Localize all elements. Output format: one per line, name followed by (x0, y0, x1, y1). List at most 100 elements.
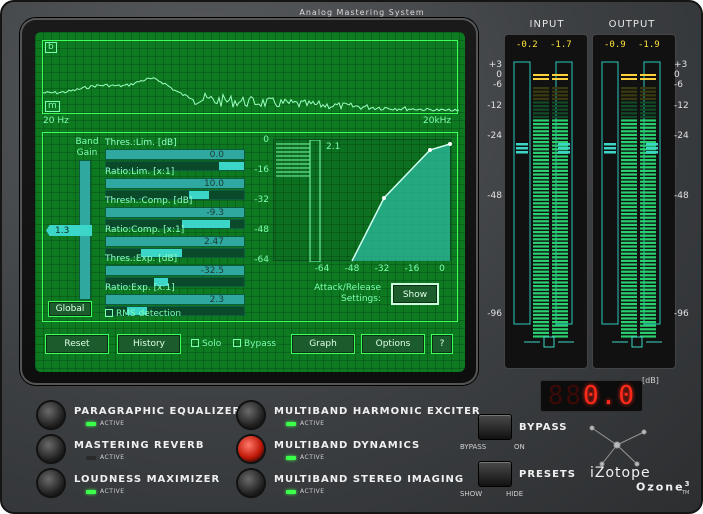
param-slider[interactable]: -9.3 (105, 207, 245, 218)
module-name[interactable]: MASTERING REVERB (74, 440, 204, 451)
meter-segment (640, 321, 656, 324)
product-name: Ozone (636, 480, 685, 494)
meter-segment (552, 331, 568, 334)
meter-scale-right: -96 (674, 309, 689, 319)
param-range-knob[interactable] (181, 220, 231, 228)
dynamics-graph[interactable]: 2.1 (273, 139, 452, 262)
transfer-node[interactable] (382, 196, 386, 200)
graph-y-tick: -16 (254, 165, 269, 175)
module-status-text: ACTIVE (100, 488, 125, 495)
meter-segment (621, 317, 637, 320)
meter-segment (533, 159, 549, 162)
meter-segment (621, 97, 637, 100)
module-knob[interactable] (38, 402, 64, 428)
gain-readout: 880.0 (540, 380, 643, 412)
module-knob[interactable] (38, 470, 64, 496)
meter-segment (552, 256, 568, 259)
graph-x-tick: -64 (314, 264, 330, 274)
meter-segment (640, 295, 656, 298)
module-knob[interactable] (238, 402, 264, 428)
meter-segment (533, 191, 549, 194)
module-name[interactable]: MULTIBAND STEREO IMAGING (274, 474, 464, 485)
module-knob[interactable] (38, 436, 64, 462)
meter-segment (533, 303, 549, 306)
param-slider[interactable]: 2.3 (105, 294, 245, 305)
module-knob[interactable] (238, 436, 264, 462)
meter-segment (533, 220, 549, 223)
meter-segment (552, 141, 568, 144)
meter-link-icon[interactable] (543, 336, 555, 348)
meter-segment (621, 173, 637, 176)
meter-segment (533, 148, 549, 151)
param-value: 0.0 (209, 150, 224, 160)
meter-segment (621, 187, 637, 190)
meter-segment (533, 166, 549, 169)
meter-segment (552, 238, 568, 241)
meter-segment (621, 184, 637, 187)
param-range-knob[interactable] (219, 162, 244, 170)
meter-segment (640, 112, 656, 115)
transfer-node[interactable] (448, 142, 452, 146)
bypass-checkbox[interactable]: Bypass (233, 339, 276, 349)
meter-segment (533, 306, 549, 309)
meter-segment (621, 126, 637, 129)
param-label: Thresh.:Comp. [dB] (105, 196, 193, 206)
meter-segment (640, 299, 656, 302)
ozone-plugin-window: Analog Mastering System b m 20 Hz 20kHz … (0, 0, 703, 514)
attack-release-show-button[interactable]: Show (391, 283, 439, 305)
meter-segment (552, 263, 568, 266)
meter-segment (640, 227, 656, 230)
module-name[interactable]: MULTIBAND HARMONIC EXCITER (274, 406, 481, 417)
transfer-node[interactable] (428, 148, 432, 152)
reset-button[interactable]: Reset (45, 334, 109, 354)
param-slider[interactable]: 0.0 (105, 149, 245, 160)
meter-segment (533, 227, 549, 230)
meter-segment (621, 166, 637, 169)
meter-segment (533, 177, 549, 180)
eq-spectrum[interactable]: b m (42, 40, 459, 114)
brand-tm: TM (682, 490, 690, 496)
module-name[interactable]: PARAGRAPHIC EQUALIZER (74, 406, 241, 417)
meter-segment (552, 184, 568, 187)
meter-segment (640, 288, 656, 291)
meter-segment (552, 241, 568, 244)
meter-scale-right: 0 (674, 70, 680, 80)
meter-link-icon[interactable] (631, 336, 643, 348)
history-button[interactable]: History (117, 334, 181, 354)
freq-low-label: 20 Hz (43, 116, 69, 126)
meter-rms-marker (604, 143, 616, 146)
meter-segment (640, 223, 656, 226)
meter-segment (621, 177, 637, 180)
meter-segment (552, 216, 568, 219)
bypass-title: BYPASS (519, 422, 568, 433)
meter-segment (533, 267, 549, 270)
param-slider[interactable]: -32.5 (105, 265, 245, 276)
meter-segment (552, 285, 568, 288)
param-slider[interactable]: 2.47 (105, 236, 245, 247)
module-name[interactable]: LOUDNESS MAXIMIZER (74, 474, 220, 485)
meter-scale-left: +3 (488, 60, 502, 70)
meter-segment (533, 259, 549, 262)
meter-segment (621, 321, 637, 324)
meter-segment (552, 259, 568, 262)
meter-segment (621, 108, 637, 111)
global-button[interactable]: Global (48, 301, 92, 317)
meter-segment (621, 277, 637, 280)
level-meter-bars (513, 61, 662, 348)
presets-button[interactable] (478, 461, 512, 487)
solo-checkbox[interactable]: Solo (191, 339, 221, 349)
rms-detection-checkbox[interactable]: RMS detection (105, 309, 181, 319)
module-name[interactable]: MULTIBAND DYNAMICS (274, 440, 420, 451)
module-knob[interactable] (238, 470, 264, 496)
meter-segment (552, 310, 568, 313)
help-button[interactable]: ? (431, 334, 453, 354)
meter-segment (552, 155, 568, 158)
bypass-button[interactable] (478, 414, 512, 440)
options-button[interactable]: Options (361, 334, 425, 354)
meter-scale-right: -12 (674, 101, 689, 111)
param-slider[interactable]: 10.0 (105, 178, 245, 189)
meter-segment (621, 141, 637, 144)
meter-segment (552, 277, 568, 280)
meter-segment (552, 270, 568, 273)
graph-button[interactable]: Graph (291, 334, 355, 354)
